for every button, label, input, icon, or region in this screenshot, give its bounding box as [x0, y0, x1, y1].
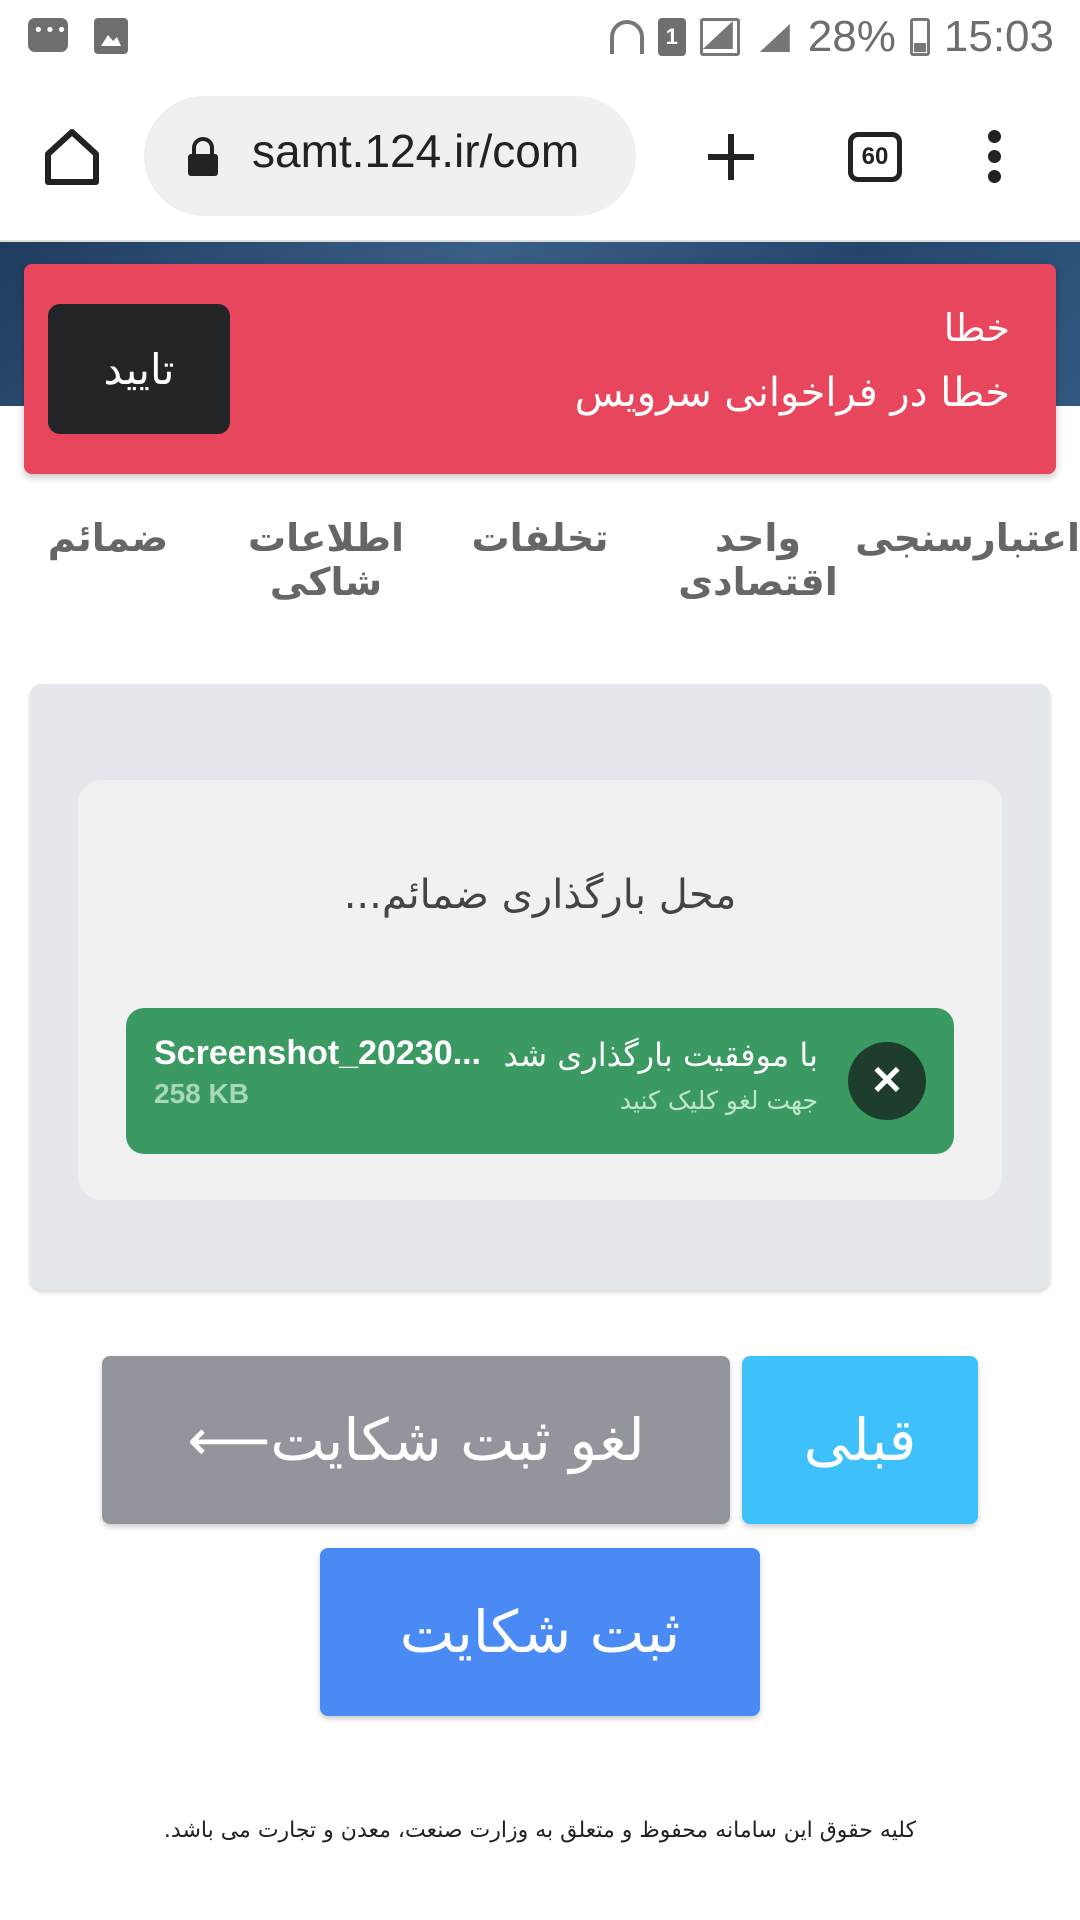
home-icon[interactable]	[40, 124, 104, 188]
battery-icon	[909, 18, 930, 56]
new-tab-icon[interactable]	[704, 130, 758, 184]
message-notification-icon	[28, 18, 68, 52]
step-label[interactable]: اطلاعات شاکی	[236, 516, 416, 604]
step-label[interactable]: ضمائم	[18, 516, 198, 560]
upload-card: محل بارگذاری ضمائم... Screenshot_20230..…	[30, 684, 1050, 1290]
step-label[interactable]: تخلفات	[450, 516, 630, 560]
dropzone-label: محل بارگذاری ضمائم...	[343, 872, 737, 918]
cancel-hint: جهت لغو کلیک کنید	[619, 1086, 818, 1115]
toast-title: خطا	[943, 306, 1010, 350]
browser-toolbar: samt.124.ir/com 60	[0, 72, 1080, 242]
signal-secondary-icon	[754, 18, 794, 56]
file-size: 258 KB	[154, 1078, 249, 1109]
status-bar: 1 28% 15:03	[0, 0, 1080, 72]
submit-complaint-button[interactable]: ثبت شکایت	[320, 1548, 760, 1716]
address-bar[interactable]: samt.124.ir/com	[144, 96, 636, 216]
lock-icon	[188, 137, 218, 176]
step-label[interactable]: اعتبارسنجی	[855, 516, 1080, 560]
battery-percent: 28%	[807, 12, 896, 61]
error-toast: خطا خطا در فراخوانی سرویس تایید	[24, 264, 1056, 474]
tab-switcher-button[interactable]: 60	[848, 132, 902, 182]
url-text: samt.124.ir/com	[252, 125, 580, 177]
upload-status: با موفقیت بارگذاری شد	[503, 1036, 818, 1074]
cancel-complaint-button[interactable]: لغو ثبت شکایت⟵	[102, 1356, 730, 1524]
wifi-icon	[609, 20, 644, 54]
upload-dropzone[interactable]: محل بارگذاری ضمائم... Screenshot_20230..…	[78, 780, 1002, 1200]
confirm-button[interactable]: تایید	[48, 304, 230, 434]
previous-button[interactable]: قبلی	[742, 1356, 978, 1524]
uploaded-file-item[interactable]: Screenshot_20230... 258 KB با موفقیت بار…	[126, 1008, 954, 1154]
step-label[interactable]: واحد اقتصادی	[668, 516, 848, 604]
signal-icon	[699, 18, 740, 56]
image-notification-icon	[94, 18, 128, 54]
clock: 15:03	[943, 12, 1054, 61]
toast-message: خطا در فراخوانی سرویس	[574, 370, 1010, 416]
more-menu-icon[interactable]	[988, 130, 1002, 184]
sim-icon: 1	[657, 18, 686, 56]
remove-file-icon[interactable]: ✕	[848, 1042, 926, 1120]
file-name: Screenshot_20230...	[154, 1034, 481, 1072]
footer-copyright: کلیه حقوق این سامانه محفوظ و متعلق به وز…	[163, 1818, 917, 1843]
